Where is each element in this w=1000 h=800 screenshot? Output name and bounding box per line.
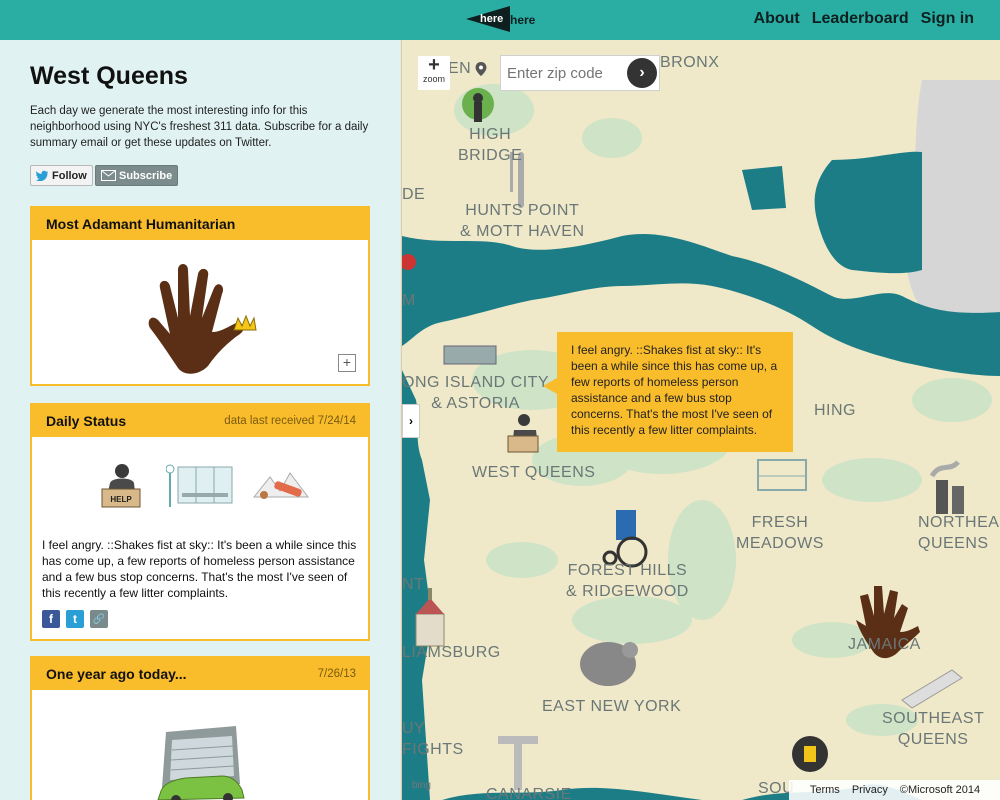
map-label-high-bridge: HIGH BRIDGE (458, 126, 523, 164)
neighborhood-description: Each day we generate the most interestin… (30, 105, 369, 149)
map-label-m: M (402, 292, 416, 309)
handprint-icon (148, 264, 257, 374)
map-label-northeast-queens: NORTHEASQUEENS (918, 514, 1000, 552)
zoom-button[interactable]: + zoom (418, 54, 450, 90)
subscribe-label: Subscribe (119, 169, 173, 182)
traffic-signal-icon (792, 736, 828, 772)
map-label-uy-fights: UY FIGHTS (402, 720, 464, 758)
map-label-hing: HING (814, 402, 856, 419)
one-year-ago-date: 7/26/13 (317, 668, 356, 680)
follow-label: Follow (52, 169, 87, 182)
map-label-southeast-queens: SOUTHEAST QUEENS (882, 710, 985, 748)
map-label-hunts-point: HUNTS POINT & MOTT HAVEN (460, 202, 585, 240)
award-card-header: Most Adamant Humanitarian (32, 208, 368, 240)
zip-input[interactable] (505, 64, 627, 83)
subscribe-button[interactable]: Subscribe (95, 165, 179, 186)
leaderboard-link[interactable]: Leaderboard (812, 10, 909, 28)
map-label-fresh-meadows: FRESH MEADOWS (736, 514, 824, 552)
garage-car-icon (157, 726, 245, 800)
map-label-nt: NT (402, 576, 425, 593)
daily-status-card: Daily Status data last received 7/24/14 … (30, 403, 370, 641)
one-year-ago-header: One year ago today... 7/26/13 (32, 658, 368, 690)
terms-link[interactable]: Terms (810, 784, 840, 796)
top-bar: here here About Leaderboard Sign in (0, 0, 1000, 40)
map-label-bronx: BRONX (660, 54, 720, 71)
one-year-ago-card: One year ago today... 7/26/13 (30, 656, 370, 800)
daily-status-header: Daily Status data last received 7/24/14 (32, 405, 368, 437)
tooltip-text: I feel angry. ::Shakes fist at sky:: It'… (571, 343, 778, 437)
copyright: ©Microsoft 2014 (899, 784, 981, 796)
bus-stop-icon (166, 464, 233, 507)
map-label-de: DE (402, 186, 426, 203)
map-label-jamaica: JAMAICA (848, 636, 921, 653)
top-nav: About Leaderboard Sign in (754, 10, 974, 28)
status-text: I feel angry. ::Shakes fist at sky:: It'… (42, 538, 357, 600)
share-buttons: f t 🔗 (42, 610, 108, 628)
neighborhood-title: West Queens (30, 62, 188, 90)
twitter-icon (36, 170, 48, 181)
homeless-help-icon: HELP (101, 464, 141, 508)
twitter-follow-button[interactable]: Follow (30, 165, 93, 186)
zoom-label: zoom (422, 74, 445, 84)
status-tooltip: I feel angry. ::Shakes fist at sky:: It'… (543, 332, 793, 452)
map-label-lic: ONG ISLAND CITY & ASTORIA (402, 374, 550, 412)
map-footer: Terms Privacy ©Microsoft 2014 (789, 780, 1000, 800)
about-link[interactable]: About (754, 10, 800, 28)
facebook-icon[interactable]: f (42, 610, 60, 628)
litter-icon (252, 472, 309, 499)
mail-icon (101, 170, 116, 181)
map-label-canarsie: CANARSIE (486, 786, 572, 800)
award-title: Most Adamant Humanitarian (46, 216, 236, 232)
bing-logo: bing (412, 780, 431, 791)
herehere-logo[interactable]: here here (466, 4, 546, 36)
map-label-east-new-york: EAST NEW YORK (542, 698, 682, 715)
svg-text:HELP: HELP (110, 495, 132, 504)
arrow-right-icon[interactable]: › (627, 58, 657, 88)
signin-link[interactable]: Sign in (921, 10, 974, 28)
plus-icon: + (428, 54, 440, 76)
link-icon[interactable]: 🔗 (90, 610, 108, 628)
privacy-link[interactable]: Privacy (852, 784, 888, 796)
pin-icon (475, 62, 487, 76)
graffiti-wall-icon (443, 345, 497, 365)
map-label-west-queens: WEST QUEENS (472, 464, 596, 481)
daily-status-title: Daily Status (46, 413, 127, 429)
expand-button[interactable]: + (338, 354, 356, 372)
chevron-right-icon[interactable]: › (402, 404, 420, 438)
map-label-forest-hills: FOREST HILLS & RIDGEWOOD (566, 562, 689, 600)
map-label-williamsburg: LIAMSBURG (402, 644, 501, 661)
map[interactable]: HIGH BRIDGE HUNTS POINT & MOTT HAVEN BRONX… (401, 40, 1000, 800)
map-label-en: EN (448, 60, 472, 77)
zip-search: › (500, 55, 660, 91)
sidebar: West Queens Each day we generate the mos… (0, 40, 400, 800)
award-card: Most Adamant Humanitarian + (30, 206, 370, 386)
data-date: data last received 7/24/14 (224, 415, 356, 427)
logo-text-dark: here (510, 13, 536, 27)
logo-text-white: here (480, 13, 504, 25)
twitter-share-icon[interactable]: t (66, 610, 84, 628)
one-year-ago-title: One year ago today... (46, 666, 187, 682)
